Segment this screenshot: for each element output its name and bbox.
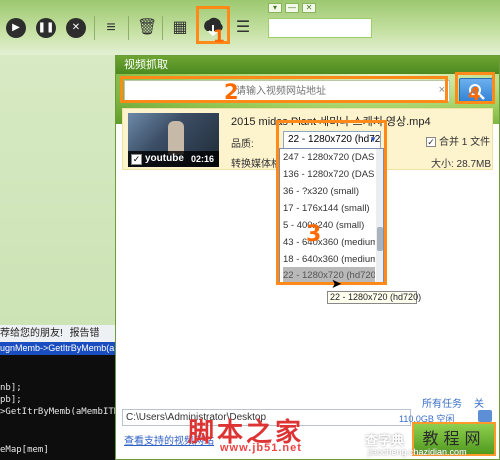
watermark-url: www.jb51.net (220, 442, 302, 454)
report-tab[interactable]: 报告错 (70, 328, 100, 339)
code-line: pb]; (0, 395, 22, 405)
folder-icon[interactable] (478, 410, 492, 422)
code-selected-line: ugnMemb->GetItrByMemb(aMemb (0, 342, 125, 355)
code-pane-tabs: 荐给您的朋友! 报告错 (0, 325, 125, 342)
annotation-number-4: 4 (468, 84, 481, 105)
merge-checkbox[interactable]: ✓ (426, 137, 436, 148)
option-tooltip: 22 - 1280x720 (hd720) (327, 291, 421, 304)
restore-button[interactable]: — (285, 3, 299, 13)
watermark-right-url: jiaocheng.chazidian.com (368, 447, 467, 457)
stop-icon[interactable]: ✕ (66, 18, 86, 38)
window-controls: ▾ — ✕ (268, 3, 316, 13)
merge-label: 合并 1 文件 (439, 137, 491, 148)
pointer-cursor-icon: ➤ (331, 276, 342, 291)
toolbar-divider (94, 16, 95, 40)
code-line: >GetItrByMemb(aMembITR[memb (0, 407, 125, 417)
film-icon[interactable]: ▦ (170, 18, 190, 38)
database-icon[interactable]: ☰ (233, 18, 253, 38)
annotation-box-2 (120, 76, 448, 103)
annotation-box-3 (276, 120, 387, 285)
close-button[interactable]: ✕ (302, 3, 316, 13)
annotation-number-1: 1 (213, 27, 225, 47)
source-label: youtube (145, 153, 184, 164)
minimize-button[interactable]: ▾ (268, 3, 282, 13)
playlist-icon[interactable]: ≡ (101, 18, 121, 38)
annotation-number-2: 2 (224, 80, 239, 104)
code-line: eMap[mem] (0, 445, 49, 455)
dialog-title: 视频抓取 (116, 56, 499, 74)
close-tasks-link[interactable]: 关 (474, 395, 484, 410)
video-select-checkbox[interactable]: ✓ (131, 154, 142, 165)
play-icon[interactable]: ▶ (6, 18, 26, 38)
toolbar-divider (162, 16, 163, 40)
pause-icon[interactable]: ❚❚ (36, 18, 56, 38)
all-tasks-link[interactable]: 所有任务 (422, 395, 462, 410)
video-thumbnail: ✓ youtube 02:16 (128, 113, 219, 167)
merge-option[interactable]: ✓ 合并 1 文件 (426, 133, 490, 148)
thumbnail-figure (168, 121, 184, 155)
code-line: nb]; (0, 383, 22, 393)
delete-icon[interactable]: 🗑 (137, 18, 157, 38)
file-size: 大小: 28.7MB (431, 159, 492, 170)
recommend-tab[interactable]: 荐给您的朋友! (0, 328, 63, 339)
duration-label: 02:16 (191, 154, 215, 164)
toolbar-divider (128, 16, 129, 40)
player-search-input[interactable] (268, 18, 372, 38)
annotation-number-3: 3 (306, 222, 322, 247)
quality-label: 品质: (231, 139, 254, 150)
